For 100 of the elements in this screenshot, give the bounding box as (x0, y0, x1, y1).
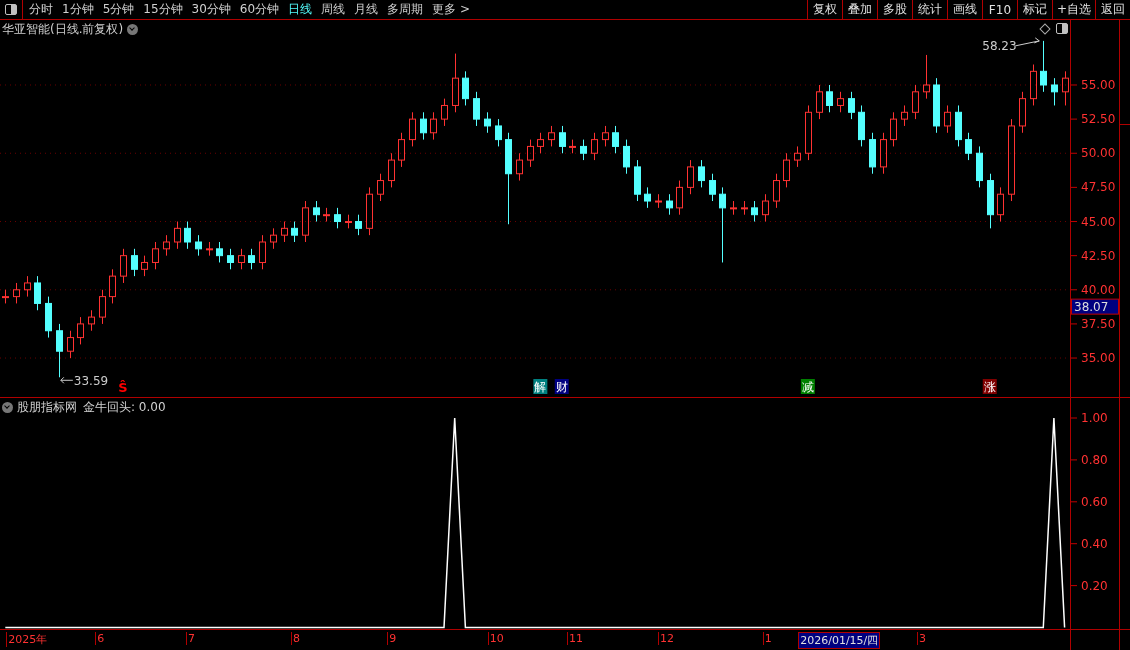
axis-label: 40.00 (1081, 282, 1116, 297)
candlestick (1051, 77, 1058, 106)
candlestick (612, 125, 619, 154)
candlestick (302, 200, 309, 243)
candlestick (259, 234, 266, 270)
candlestick (537, 132, 544, 154)
axis-label: 0.40 (1081, 536, 1108, 551)
period-tab[interactable]: 60分钟 (239, 1, 280, 18)
toolbar-button[interactable]: 复权 (806, 0, 842, 19)
candlestick (1040, 40, 1047, 93)
date-label: 1 (762, 632, 772, 645)
candlestick (484, 111, 491, 134)
toolbar-button[interactable]: +自选 (1051, 0, 1095, 19)
stock-title: 华亚智能(日线.前复权) (2, 21, 124, 38)
candlestick (1062, 70, 1069, 106)
axis-label: 47.50 (1081, 180, 1116, 195)
axis-label: 1.00 (1081, 411, 1108, 425)
date-label: 3 (916, 632, 926, 645)
cursor-date: 2026/01/15/四 (798, 632, 881, 649)
period-tab[interactable]: 周线 (321, 1, 346, 18)
toolbar-button[interactable]: 多股 (876, 0, 912, 19)
toolbar-button[interactable]: 画线 (946, 0, 982, 19)
candlestick (955, 104, 962, 147)
candlestick (227, 248, 234, 270)
candlestick (912, 84, 919, 120)
candlestick (580, 139, 587, 161)
candlestick (109, 268, 116, 304)
candlestick (965, 132, 972, 161)
toolbar-button[interactable]: 统计 (911, 0, 947, 19)
candlestick (388, 152, 395, 188)
candlestick (152, 241, 159, 270)
candlestick (495, 118, 502, 147)
axis-label: 0.60 (1081, 494, 1108, 509)
candlestick (334, 207, 341, 229)
date-label: 7 (186, 632, 196, 645)
candlestick (323, 207, 330, 222)
period-tab[interactable]: 5分钟 (102, 1, 135, 18)
candlestick (602, 125, 609, 147)
candlestick (377, 173, 384, 202)
candlestick (666, 193, 673, 216)
date-label: 9 (387, 632, 397, 645)
period-tab[interactable]: 更多 > (432, 1, 470, 18)
candlestick (238, 248, 245, 270)
signal-marker: Ŝ (118, 380, 128, 395)
candlestick (858, 104, 865, 147)
candlestick (805, 104, 812, 161)
panel-toggle-icon[interactable] (1056, 23, 1068, 34)
dropdown-icon[interactable] (2, 402, 13, 413)
candlestick (709, 173, 716, 202)
candlestick (131, 248, 138, 277)
candlestick (430, 111, 437, 141)
annotation: 33.59 (73, 374, 109, 389)
candlestick (248, 248, 255, 270)
axis-label: 35.00 (1081, 351, 1116, 366)
axis-label: 37.50 (1081, 316, 1116, 331)
signal-tag: 财 (554, 379, 569, 394)
period-tab[interactable]: 多周期 (387, 1, 424, 18)
period-tab[interactable]: 分时 (29, 1, 53, 18)
toolbar-button[interactable]: F10 (981, 0, 1017, 19)
indicator-reading: 金牛回头: 0.00 (83, 399, 166, 416)
dropdown-icon[interactable] (127, 24, 139, 35)
candlestick (548, 125, 555, 147)
candlestick (527, 139, 534, 168)
candlestick (462, 70, 469, 106)
axis-label: 42.50 (1081, 248, 1116, 263)
candlestick (816, 84, 823, 120)
period-tab[interactable]: 1分钟 (62, 1, 94, 18)
candlestick (783, 152, 790, 188)
candlestick (398, 132, 405, 168)
candlestick (890, 111, 897, 147)
candlestick (441, 98, 448, 127)
candlestick (452, 53, 459, 113)
period-tab[interactable]: 月线 (354, 1, 379, 18)
candlestick (13, 282, 20, 304)
toolbar-button[interactable]: 返回 (1095, 0, 1130, 19)
period-tab[interactable]: 日线 (288, 1, 313, 18)
period-tab[interactable]: 15分钟 (143, 1, 183, 18)
date-label: 11 (567, 632, 583, 645)
date-label: 2025年 (6, 632, 48, 647)
candlestick (281, 221, 288, 243)
toolbar-button[interactable]: 叠加 (841, 0, 877, 19)
candlestick (184, 221, 191, 250)
candlestick (987, 173, 994, 229)
signal-tag: 减 (800, 379, 815, 394)
axis-label: 50.00 (1081, 146, 1116, 161)
axis-label: 0.20 (1081, 578, 1108, 593)
candlestick (355, 214, 362, 236)
period-tab[interactable]: 30分钟 (191, 1, 231, 18)
axis-label: 52.50 (1081, 112, 1116, 127)
candlestick (676, 180, 683, 216)
candlestick (420, 111, 427, 141)
indicator-source: 股朋指标网 (17, 399, 77, 416)
toolbar-button[interactable]: 标记 (1016, 0, 1052, 19)
date-label: 8 (290, 632, 300, 645)
date-label: 10 (487, 632, 504, 645)
axis-label: 55.00 (1081, 78, 1116, 92)
candlestick (730, 200, 737, 216)
candlestick (901, 104, 908, 127)
candlestick (741, 200, 748, 216)
candlestick (623, 139, 630, 175)
